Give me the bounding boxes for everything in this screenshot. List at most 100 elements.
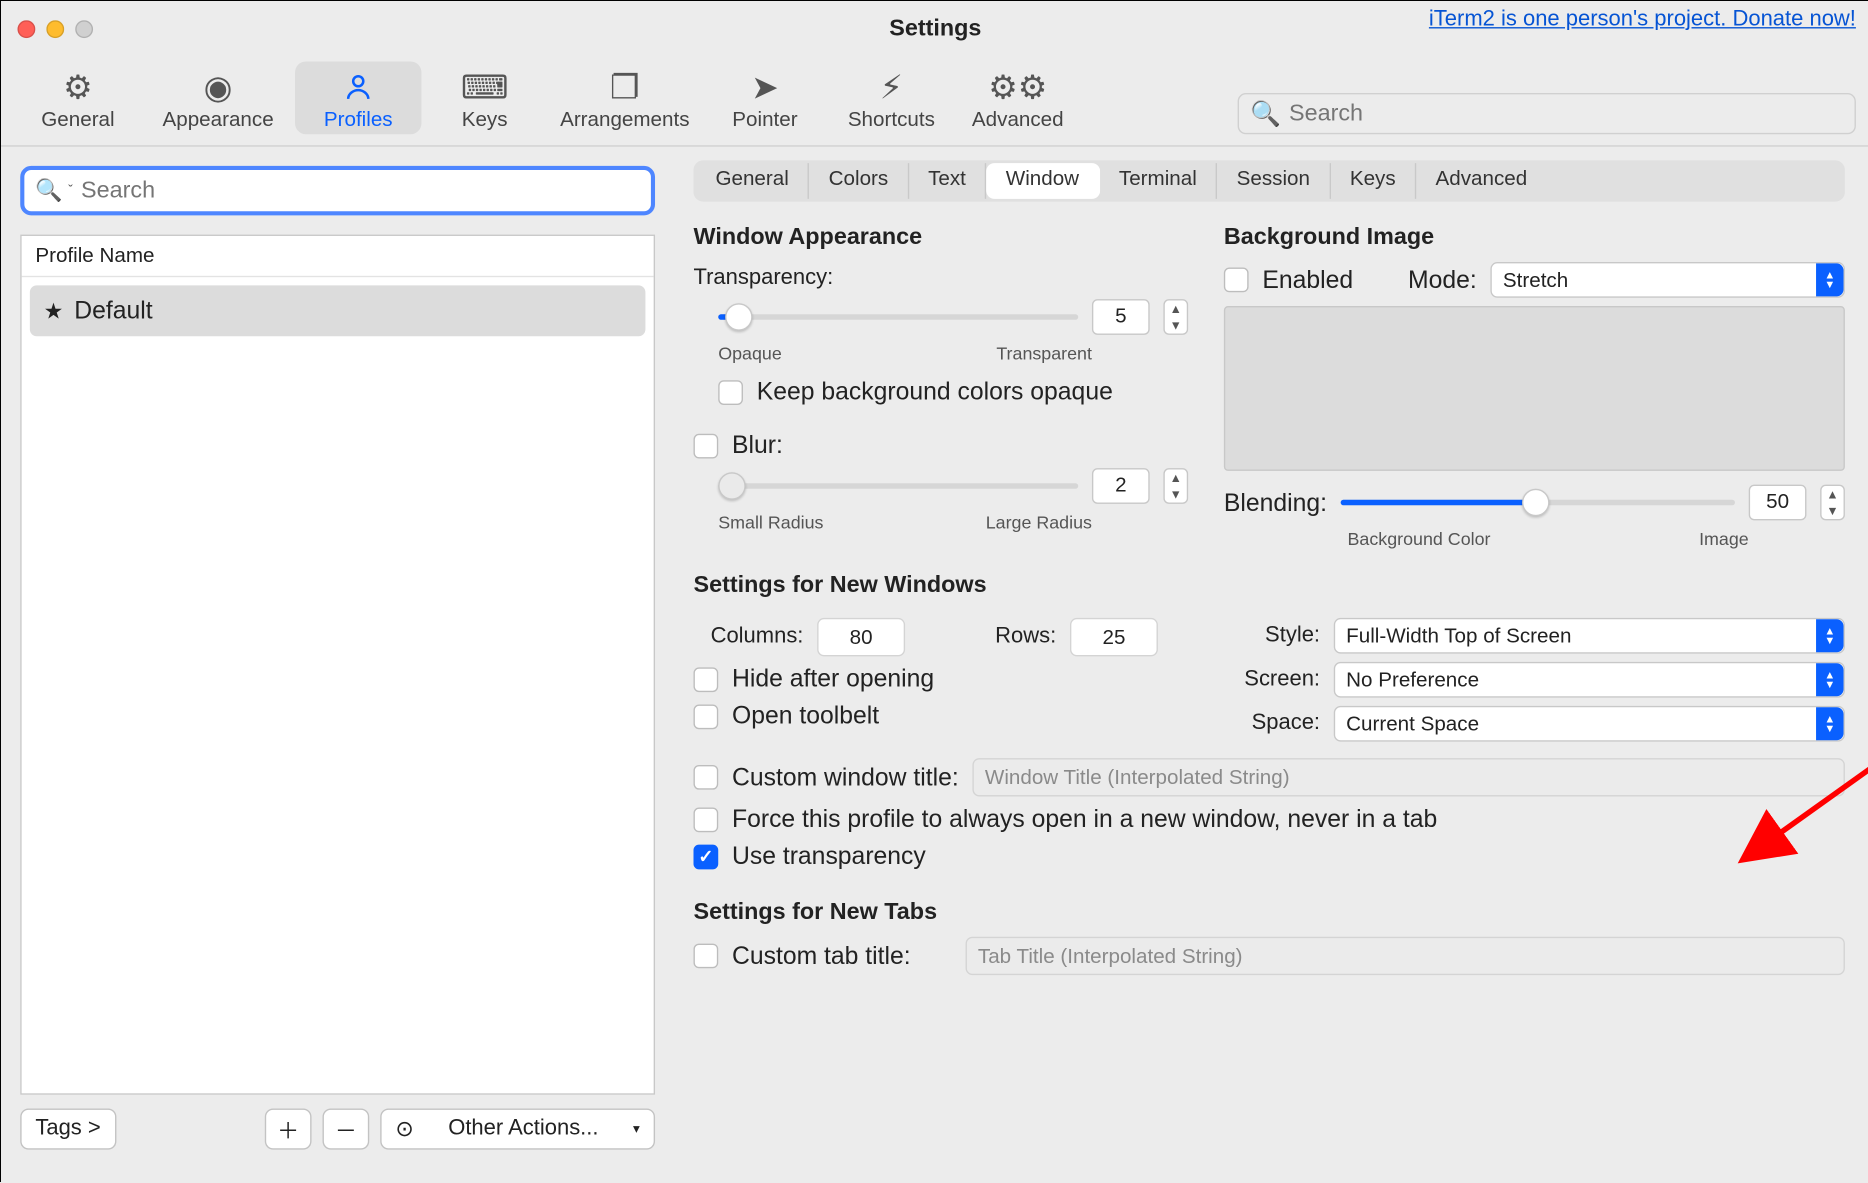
remove-profile-button[interactable]: － <box>323 1108 370 1149</box>
toolbar-tab-advanced[interactable]: ⚙︎⚙︎Advanced <box>955 61 1081 134</box>
profiles-sidebar: 🔍 ˇ Profile Name ★ Default Tags > ＋ － ⊙ … <box>1 147 674 1164</box>
zoom-window-button[interactable] <box>75 20 93 38</box>
toolbar-tab-profiles[interactable]: Profiles <box>295 61 421 134</box>
transparency-label: Transparency: <box>693 266 833 289</box>
titlebar: Settings iTerm2 is one person's project.… <box>1 1 1868 56</box>
profile-search[interactable]: 🔍 ˇ <box>20 166 655 215</box>
keep-bg-opaque-label: Keep background colors opaque <box>757 377 1113 406</box>
columns-label: Columns: <box>693 625 803 650</box>
bg-mode-label: Mode: <box>1408 265 1477 294</box>
keep-bg-opaque-checkbox[interactable] <box>718 380 743 405</box>
custom-tab-title-label: Custom tab title: <box>732 942 952 971</box>
bg-enabled-checkbox[interactable] <box>1224 268 1249 293</box>
tags-button[interactable]: Tags > <box>20 1108 116 1149</box>
chevron-updown-icon: ▲▼ <box>1816 619 1843 652</box>
blur-checkbox[interactable] <box>693 433 718 458</box>
space-select[interactable]: Current Space▲▼ <box>1334 706 1845 742</box>
preferences-toolbar: ⚙︎General ◉Appearance Profiles ⌨︎Keys ❐A… <box>1 56 1868 147</box>
cursor-icon: ➤ <box>704 67 825 108</box>
custom-tab-title-checkbox[interactable] <box>693 944 718 969</box>
subtab-keys[interactable]: Keys <box>1331 163 1417 199</box>
star-icon: ★ <box>44 297 64 324</box>
toolbar-tab-keys[interactable]: ⌨︎Keys <box>421 61 547 134</box>
hide-after-open-checkbox[interactable] <box>693 667 718 692</box>
donate-link[interactable]: iTerm2 is one person's project. Donate n… <box>1429 8 1856 33</box>
screen-label: Screen: <box>1224 667 1320 692</box>
ellipsis-icon: ⊙ <box>395 1115 413 1142</box>
minimize-window-button[interactable] <box>46 20 64 38</box>
blending-stepper[interactable]: ▲▼ <box>1820 485 1845 521</box>
blending-label: Blending: <box>1224 488 1327 517</box>
chevron-updown-icon: ▲▼ <box>1816 707 1843 740</box>
toolbar-search-input[interactable] <box>1289 100 1844 127</box>
custom-window-title-checkbox[interactable] <box>693 765 718 790</box>
toolbar-tab-general[interactable]: ⚙︎General <box>15 61 141 134</box>
subtab-window[interactable]: Window <box>987 163 1100 199</box>
subtab-terminal[interactable]: Terminal <box>1100 163 1218 199</box>
chevron-updown-icon: ▲▼ <box>1816 663 1843 696</box>
profile-list-header: Profile Name <box>22 236 654 277</box>
chevron-updown-icon: ▲▼ <box>1816 263 1843 296</box>
blur-slider[interactable] <box>718 483 1078 488</box>
profile-subtabs: General Colors Text Window Terminal Sess… <box>693 160 1844 201</box>
profile-list: Profile Name ★ Default <box>20 235 655 1095</box>
profile-settings-panel: General Colors Text Window Terminal Sess… <box>674 147 1868 1164</box>
blur-value[interactable]: 2 <box>1092 468 1150 504</box>
keyboard-icon: ⌨︎ <box>424 67 545 108</box>
add-profile-button[interactable]: ＋ <box>265 1108 312 1149</box>
screen-select[interactable]: No Preference▲▼ <box>1334 662 1845 698</box>
close-window-button[interactable] <box>17 20 35 38</box>
profile-name: Default <box>74 296 152 325</box>
bg-mode-select[interactable]: Stretch ▲▼ <box>1491 262 1845 298</box>
blur-stepper[interactable]: ▲▼ <box>1163 468 1188 504</box>
window-traffic-lights <box>1 20 93 38</box>
search-icon: 🔍 <box>35 177 62 204</box>
profile-search-input[interactable] <box>81 177 640 204</box>
subtab-colors[interactable]: Colors <box>809 163 908 199</box>
gear-icon: ⚙︎ <box>17 67 138 108</box>
transparency-value[interactable]: 5 <box>1092 299 1150 335</box>
transparency-stepper[interactable]: ▲▼ <box>1163 299 1188 335</box>
profile-row-default[interactable]: ★ Default <box>30 285 646 336</box>
blur-label: Blur: <box>732 431 783 460</box>
bg-image-well[interactable] <box>1224 306 1845 471</box>
toolbar-tab-appearance[interactable]: ◉Appearance <box>141 61 295 134</box>
open-toolbelt-checkbox[interactable] <box>693 704 718 729</box>
blending-slider[interactable] <box>1341 500 1735 505</box>
transparency-slider[interactable] <box>718 314 1078 319</box>
bg-enabled-label: Enabled <box>1262 265 1353 294</box>
rows-label: Rows: <box>960 625 1056 650</box>
search-icon: 🔍 <box>1250 99 1281 128</box>
blending-value[interactable]: 50 <box>1749 485 1807 521</box>
space-label: Space: <box>1224 711 1320 736</box>
chevron-down-icon: ˇ <box>68 183 73 198</box>
chevron-down-icon: ▾ <box>633 1121 640 1136</box>
bolt-icon: ⚡︎ <box>831 67 952 108</box>
toolbar-tab-pointer[interactable]: ➤Pointer <box>702 61 828 134</box>
person-icon <box>298 67 419 108</box>
custom-window-title-label: Custom window title: <box>732 763 959 792</box>
rows-input[interactable]: 25 <box>1070 618 1158 656</box>
windows-icon: ❐ <box>551 67 699 108</box>
eye-icon: ◉ <box>144 67 292 108</box>
style-label: Style: <box>1224 623 1320 648</box>
section-new-tabs: Settings for New Tabs <box>693 898 1844 925</box>
subtab-session[interactable]: Session <box>1217 163 1330 199</box>
toolbar-tab-shortcuts[interactable]: ⚡︎Shortcuts <box>828 61 954 134</box>
columns-input[interactable]: 80 <box>817 618 905 656</box>
window-title: Settings <box>889 15 981 42</box>
custom-tab-title-input[interactable]: Tab Title (Interpolated String) <box>966 937 1845 975</box>
custom-window-title-input[interactable]: Window Title (Interpolated String) <box>973 758 1845 796</box>
subtab-text[interactable]: Text <box>909 163 987 199</box>
subtab-advanced[interactable]: Advanced <box>1416 163 1546 199</box>
style-select[interactable]: Full-Width Top of Screen▲▼ <box>1334 618 1845 654</box>
section-new-windows: Settings for New Windows <box>693 571 1844 598</box>
subtab-general[interactable]: General <box>696 163 809 199</box>
toolbar-tab-arrangements[interactable]: ❐Arrangements <box>548 61 702 134</box>
toolbar-search[interactable]: 🔍 <box>1238 93 1856 134</box>
use-transparency-checkbox[interactable]: ✓ <box>693 844 718 869</box>
gears-icon: ⚙︎⚙︎ <box>957 67 1078 108</box>
section-bg-image: Background Image <box>1224 224 1845 251</box>
other-actions-menu[interactable]: ⊙ Other Actions... ▾ <box>380 1108 655 1149</box>
force-new-window-checkbox[interactable] <box>693 807 718 832</box>
